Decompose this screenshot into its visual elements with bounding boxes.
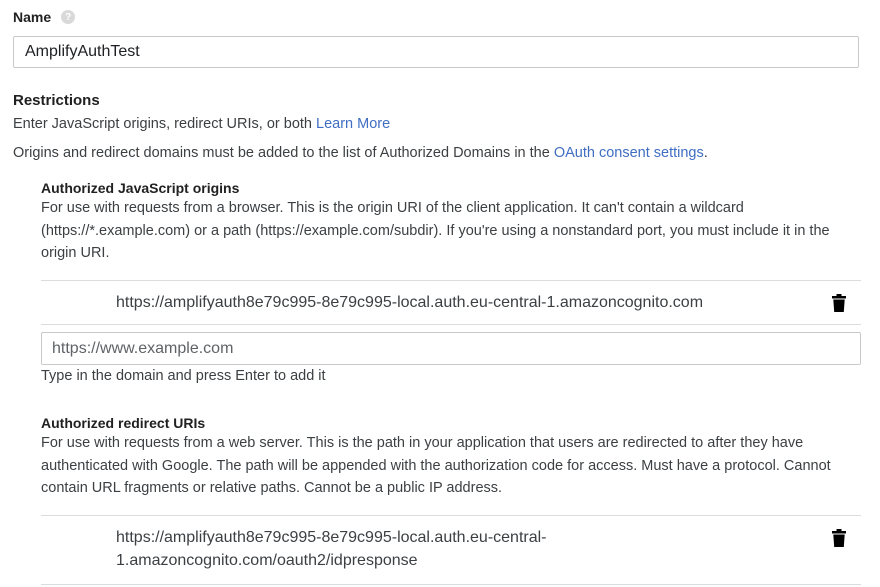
js-origin-entry: https://amplifyauth8e79c995-8e79c995-loc… [116,294,704,311]
redirect-uri-line-1: https://amplifyauth8e79c995-8e79c995-loc… [116,529,547,546]
divider [41,515,861,516]
js-origin-hint: Type in the domain and press Enter to ad… [41,368,326,384]
js-origins-title: Authorized JavaScript origins [41,180,240,196]
trash-icon[interactable] [832,294,846,312]
authorized-domains-suffix: . [703,145,708,161]
name-input[interactable] [13,36,859,68]
redirect-uris-description: For use with requests from a web server.… [41,435,831,496]
authorized-domains-note: Origins and redirect domains must be add… [13,145,708,161]
authorized-domains-text: Origins and redirect domains must be add… [13,145,550,161]
restrictions-intro-text: Enter JavaScript origins, redirect URIs,… [13,116,312,132]
redirect-uris-title: Authorized redirect URIs [41,415,206,431]
learn-more-link[interactable]: Learn More [316,116,390,132]
oauth-client-form: Name ? Restrictions Enter JavaScript ori… [0,0,880,587]
name-label-row: Name ? [13,9,76,25]
divider [41,324,861,325]
restrictions-intro: Enter JavaScript origins, redirect URIs,… [13,116,390,132]
name-label: Name [13,9,52,25]
js-origins-description: For use with requests from a browser. Th… [41,200,830,261]
js-origin-input[interactable] [41,332,861,365]
redirect-uri-entry: https://amplifyauth8e79c995-8e79c995-loc… [116,526,547,572]
help-circle-icon[interactable]: ? [61,10,76,24]
redirect-uri-line-2: 1.amazoncognito.com/oauth2/idpresponse [116,552,418,569]
divider [41,280,861,281]
restrictions-title: Restrictions [13,92,100,109]
oauth-consent-settings-link[interactable]: OAuth consent settings [554,145,704,161]
trash-icon[interactable] [832,529,846,547]
divider [41,584,861,585]
